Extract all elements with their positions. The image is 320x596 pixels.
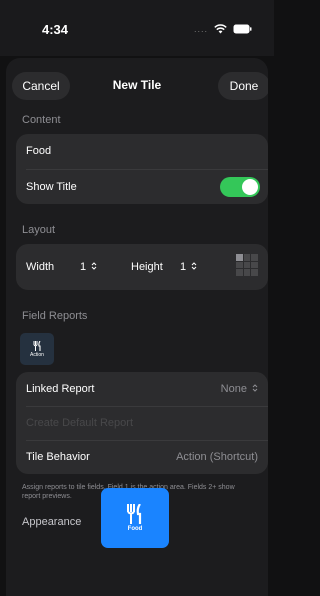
tile-size-grid-icon[interactable]: [236, 254, 258, 276]
show-title-row: Show Title: [16, 170, 268, 204]
linked-report-row[interactable]: Linked Report None: [16, 372, 268, 406]
fork-knife-icon: [127, 504, 142, 524]
linked-report-picker[interactable]: None: [221, 383, 258, 395]
content-section-title: Content: [22, 114, 61, 126]
height-value: 1: [180, 261, 187, 273]
layout-card: Width 1 Height 1: [16, 244, 268, 290]
field-reports-section-title: Field Reports: [22, 310, 88, 322]
done-button[interactable]: Done: [218, 72, 268, 100]
toggle-knob: [242, 179, 258, 195]
create-default-report-row[interactable]: Create Default Report: [16, 406, 268, 440]
tile-behavior-label: Tile Behavior: [26, 451, 90, 463]
fork-knife-icon: [33, 340, 41, 351]
tile-name-value: Food: [26, 145, 52, 157]
tile-behavior-value: Action (Shortcut): [176, 451, 258, 463]
content-card: Food Show Title: [16, 134, 268, 204]
battery-icon: [233, 24, 252, 34]
tile-preview-label: Food: [127, 526, 143, 532]
chevron-up-down-icon: [91, 262, 97, 270]
show-title-toggle[interactable]: [220, 177, 260, 197]
field-reports-card: Linked Report None Create Default Report…: [16, 372, 268, 474]
signal-indicator: ....: [193, 24, 208, 34]
layout-section-title: Layout: [22, 224, 56, 236]
height-label: Height: [131, 261, 163, 273]
appearance-section-title: Appearance: [22, 516, 82, 528]
chevron-up-down-icon: [252, 384, 258, 392]
create-default-report-label: Create Default Report: [26, 417, 133, 429]
tile-name-field[interactable]: Food: [16, 134, 268, 168]
wifi-icon: [214, 24, 227, 34]
field-report-chip[interactable]: Action: [20, 333, 54, 365]
status-bar: 4:34 ....: [0, 0, 274, 56]
chevron-up-down-icon: [191, 262, 197, 270]
linked-report-value: None: [220, 383, 247, 395]
width-value: 1: [80, 261, 87, 273]
width-label: Width: [26, 261, 55, 273]
show-title-label: Show Title: [26, 181, 77, 193]
tile-preview[interactable]: Food: [101, 488, 169, 548]
status-icons: ....: [194, 24, 252, 34]
linked-report-label: Linked Report: [26, 383, 95, 395]
height-stepper[interactable]: 1: [180, 261, 197, 273]
chip-label: Action: [30, 351, 44, 358]
layout-row: Width 1 Height 1: [16, 250, 268, 284]
status-time: 4:34: [42, 22, 69, 37]
width-stepper[interactable]: 1: [80, 261, 97, 273]
tile-behavior-row[interactable]: Tile Behavior Action (Shortcut): [16, 440, 268, 474]
